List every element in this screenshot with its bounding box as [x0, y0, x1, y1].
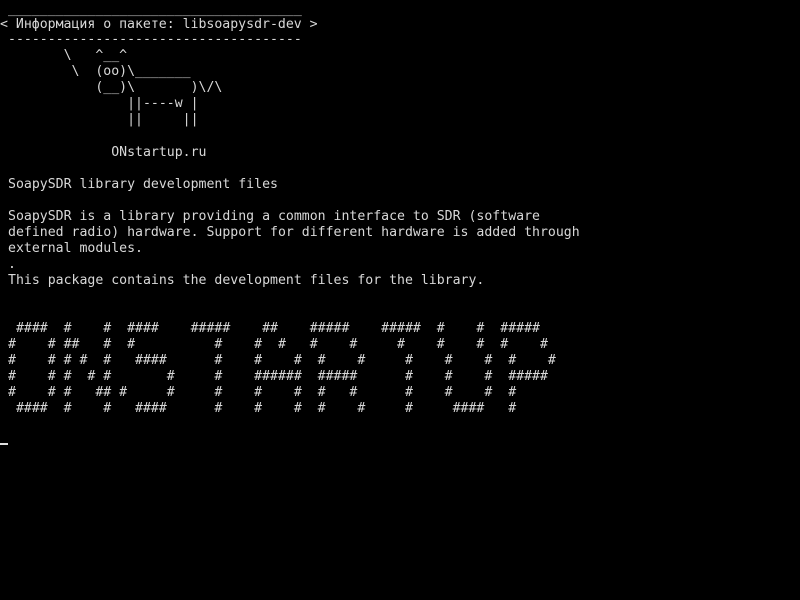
- cow-art-line: || ||: [8, 112, 199, 127]
- description-line: external modules.: [8, 241, 143, 256]
- description-line: .: [8, 257, 16, 272]
- banner-line: #### # # #### ##### ## ##### ##### # # #…: [8, 321, 540, 336]
- banner-line: #### # # #### # # # # # # #### #: [8, 401, 517, 416]
- description-line: defined radio) hardware. Support for dif…: [8, 225, 580, 240]
- text-cursor: [0, 443, 8, 445]
- description-line: This package contains the development fi…: [8, 273, 485, 288]
- cow-art-line: \ ^__^: [8, 48, 128, 63]
- site-label: ONstartup.ru: [8, 145, 207, 160]
- package-summary: SoapySDR library development files: [8, 177, 278, 192]
- cow-art-line: ||----w |: [8, 96, 199, 111]
- banner-line: # # ## # # # # # # # # # # # #: [8, 337, 548, 352]
- cow-art-line: (__)\ )\/\: [8, 80, 223, 95]
- banner-line: # # # # # #### # # # # # # # # # #: [8, 353, 556, 368]
- banner-line: # # # # # # # ###### ##### # # # #####: [8, 369, 548, 384]
- banner-line: # # # ## # # # # # # # # # # #: [8, 385, 517, 400]
- description-line: SoapySDR is a library providing a common…: [8, 209, 540, 224]
- terminal-screen: _____________________________________ < …: [0, 0, 800, 600]
- cow-art-line: \ (oo)\_______: [8, 64, 191, 79]
- header-title: < Информация о пакете: libsoapysdr-dev >: [0, 17, 318, 32]
- header-rule-top: _____________________________________: [8, 2, 302, 17]
- header-rule-bottom: -------------------------------------: [8, 32, 302, 47]
